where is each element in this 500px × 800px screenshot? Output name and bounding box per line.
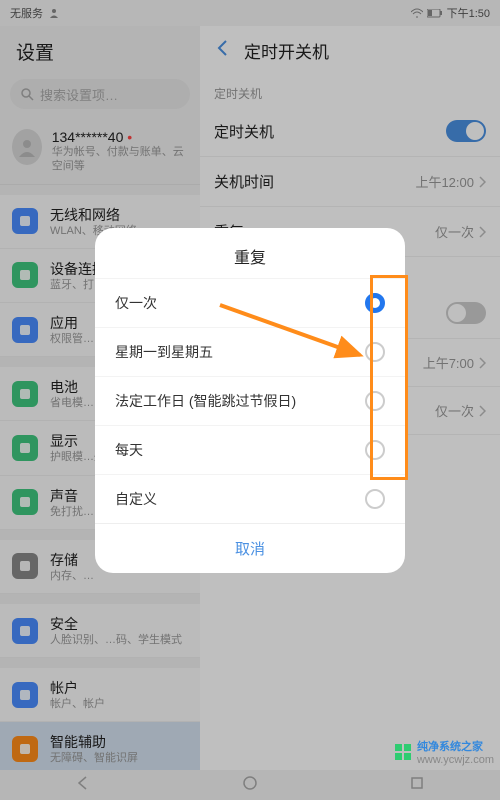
option-label: 每天 bbox=[115, 440, 143, 460]
watermark-url: www.ycwjz.com bbox=[417, 754, 494, 766]
dialog-option[interactable]: 仅一次 bbox=[95, 278, 405, 327]
dialog-option[interactable]: 法定工作日 (智能跳过节假日) bbox=[95, 376, 405, 425]
option-label: 仅一次 bbox=[115, 293, 157, 313]
watermark-text: 纯净系统之家 bbox=[417, 741, 483, 753]
watermark: 纯净系统之家 www.ycwjz.com bbox=[394, 738, 494, 766]
option-label: 法定工作日 (智能跳过节假日) bbox=[115, 391, 296, 411]
modal-overlay[interactable]: 重复 仅一次 星期一到星期五 法定工作日 (智能跳过节假日) 每天 自定义 取消 bbox=[0, 0, 500, 800]
repeat-dialog: 重复 仅一次 星期一到星期五 法定工作日 (智能跳过节假日) 每天 自定义 取消 bbox=[95, 228, 405, 573]
dialog-option[interactable]: 每天 bbox=[95, 425, 405, 474]
watermark-logo-icon bbox=[394, 743, 412, 761]
dialog-option[interactable]: 星期一到星期五 bbox=[95, 327, 405, 376]
dialog-option[interactable]: 自定义 bbox=[95, 474, 405, 523]
radio-button[interactable] bbox=[365, 293, 385, 313]
option-label: 自定义 bbox=[115, 489, 157, 509]
radio-button[interactable] bbox=[365, 391, 385, 411]
dialog-title: 重复 bbox=[95, 228, 405, 278]
cancel-button[interactable]: 取消 bbox=[95, 523, 405, 573]
radio-button[interactable] bbox=[365, 440, 385, 460]
radio-button[interactable] bbox=[365, 489, 385, 509]
radio-button[interactable] bbox=[365, 342, 385, 362]
option-label: 星期一到星期五 bbox=[115, 342, 213, 362]
